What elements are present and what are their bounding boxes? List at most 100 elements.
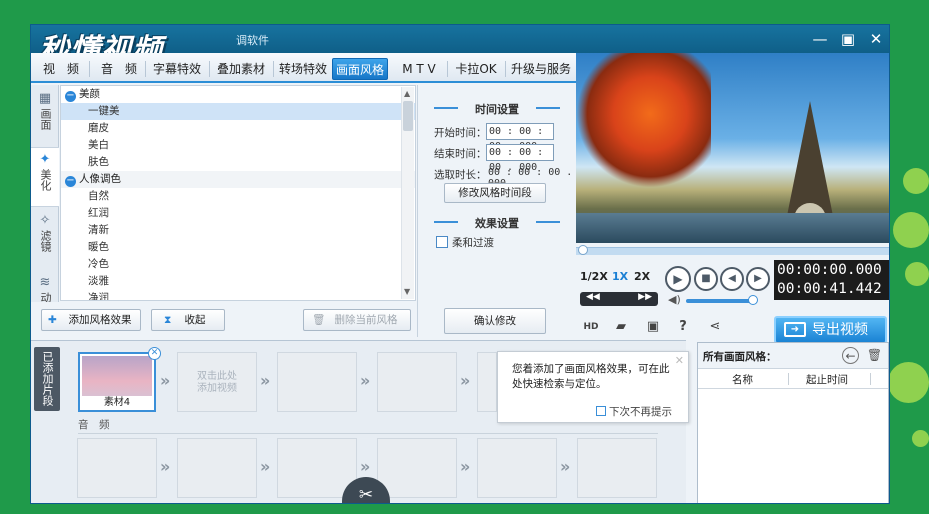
effect-item[interactable]: 肤色 [61,154,415,171]
side-tab-filter[interactable]: ✧ 滤镜 [31,209,59,269]
category-row[interactable]: − 人像调色 [61,171,415,188]
list-scrollbar[interactable]: ▲ ▼ [401,87,414,299]
effect-item[interactable]: 净润 [61,290,415,300]
add-effect-icon: ✚ [48,314,57,326]
next-frame-icon[interactable]: ▶ [746,267,770,291]
stop-icon[interactable]: ■ [694,267,718,291]
effect-item[interactable]: 清新 [61,222,415,239]
remove-clip-icon[interactable]: ✕ [148,347,161,360]
collapse-icon[interactable]: − [65,176,76,187]
category-row[interactable]: − 美颜 [61,86,415,103]
effect-item-selected[interactable]: 一键美 [61,103,415,120]
chevron-right-icon: » [260,457,271,476]
rewind-icon[interactable]: ◀◀ [586,292,600,302]
side-tab-picture[interactable]: ▦ 画面 [31,87,59,147]
back-arrow-icon[interactable]: ← [842,347,859,364]
chevron-right-icon: » [460,371,471,390]
tab-mtv[interactable]: M T V [397,58,441,80]
side-tab-beautify[interactable]: ✦ 美化 [31,147,59,207]
checkbox-box[interactable] [436,236,448,248]
confirm-button[interactable]: 确认修改 [444,308,546,334]
dont-show-again-checkbox[interactable]: 下次不再提示 [596,404,672,419]
timecode-display: 00:00:00.000 00:00:41.442 [774,260,889,300]
audio-slot[interactable] [477,438,557,498]
progress-knob[interactable] [578,245,588,255]
video-preview[interactable] [576,53,889,243]
effect-item[interactable]: 自然 [61,188,415,205]
start-time-input[interactable]: 00 : 00 : 00 . 000 [486,123,554,152]
add-video-hint: 双击此处 添加视频 [197,371,237,394]
effect-list: − 美颜 一键美 磨皮 美白 肤色 − 人像调色 自然 红润 清新 暖色 冷色 淡雅… [60,85,416,301]
empty-clip-slot[interactable] [377,352,457,412]
volume-knob[interactable] [748,295,758,305]
speed-1x[interactable]: 1X [612,268,628,286]
save-icon[interactable]: ▣ [644,318,662,336]
scroll-up-icon[interactable]: ▲ [404,89,410,98]
effect-settings-header: 效果设置 [430,215,564,231]
tab-separator [447,61,448,77]
prev-frame-icon[interactable]: ◀ [720,267,744,291]
current-time: 00:00:00.000 [777,262,882,278]
tab-transition[interactable]: 转场特效 [275,58,331,80]
hint-tooltip: 您着添加了画面风格效果，可在此处快速检索与定位。 ✕ 下次不再提示 [497,351,689,423]
all-styles-panel: 所有画面风格： ← 🗑 名称 起止时间 [697,342,889,503]
help-icon[interactable]: ? [674,318,692,336]
chevron-right-icon: » [160,371,171,390]
filter-icon: ✧ [39,213,51,228]
collapse-icon[interactable]: − [65,91,76,102]
tab-subtitle[interactable]: 字幕特效 [149,58,205,80]
audio-slot[interactable] [377,438,457,498]
effect-item[interactable]: 冷色 [61,256,415,273]
tab-video[interactable]: 视 频 [39,58,83,80]
empty-clip-slot[interactable]: 双击此处 添加视频 [177,352,257,412]
play-icon[interactable]: ▶ [665,266,691,292]
export-video-button[interactable]: ➜ 导出视频 [774,316,887,344]
effect-item[interactable]: 美白 [61,137,415,154]
audio-slot[interactable] [177,438,257,498]
tab-upgrade[interactable]: 升级与服务 [509,58,573,80]
chevron-right-icon: » [160,457,171,476]
start-time-label: 开始时间： [434,127,487,139]
end-time-input[interactable]: 00 : 00 : 00 . 000 [486,144,554,173]
checkbox-box[interactable] [596,406,606,416]
volume-icon[interactable]: ◀) [668,293,681,306]
speed-half[interactable]: 1/2X [580,268,608,286]
empty-clip-slot[interactable] [277,352,357,412]
close-icon[interactable]: ✕ [865,28,887,50]
tab-separator [209,61,210,77]
collapse-button[interactable]: ⧗ 收起 [151,309,225,331]
column-name: 名称 [732,374,753,386]
empty-clip-slot[interactable] [477,352,497,412]
tab-picture-style[interactable]: 画面风格 [332,58,388,80]
hd-icon[interactable]: HD [582,318,600,336]
soft-transition-checkbox[interactable]: 柔和过渡 [436,235,494,250]
side-tab-label: 美化 [39,169,52,191]
folder-icon[interactable]: ▰ [612,318,630,336]
scroll-thumb[interactable] [403,101,413,131]
audio-slot[interactable] [577,438,657,498]
add-style-button[interactable]: ✚ 添加风格效果 [41,309,141,331]
maximize-icon[interactable]: ▣ [837,28,859,50]
share-icon[interactable]: ⋖ [706,318,724,336]
volume-slider[interactable] [686,299,754,303]
tab-overlay[interactable]: 叠加素材 [213,58,269,80]
video-clip[interactable]: 素材4 ✕ [78,347,161,412]
tab-audio[interactable]: 音 频 [97,58,141,80]
trash-icon[interactable]: 🗑 [866,347,883,364]
side-tab-label: 滤镜 [39,230,52,252]
speed-2x[interactable]: 2X [634,268,650,286]
tab-karaoke[interactable]: 卡拉OK [451,58,501,80]
tooltip-close-icon[interactable]: ✕ [675,354,684,367]
forward-icon[interactable]: ▶▶ [638,292,652,302]
scroll-down-icon[interactable]: ▼ [404,287,410,296]
effect-item[interactable]: 淡雅 [61,273,415,290]
effect-item[interactable]: 暖色 [61,239,415,256]
modify-time-button[interactable]: 修改风格时间段 [444,183,546,203]
playback-progress-bar[interactable] [576,245,889,255]
effect-item[interactable]: 磨皮 [61,120,415,137]
frame-seek-strip[interactable]: ◀◀ ▶▶ [580,292,658,306]
audio-slot[interactable] [77,438,157,498]
minimize-icon[interactable]: — [809,28,831,50]
delete-style-button[interactable]: 🗑 删除当前风格 [303,309,411,331]
effect-item[interactable]: 红润 [61,205,415,222]
